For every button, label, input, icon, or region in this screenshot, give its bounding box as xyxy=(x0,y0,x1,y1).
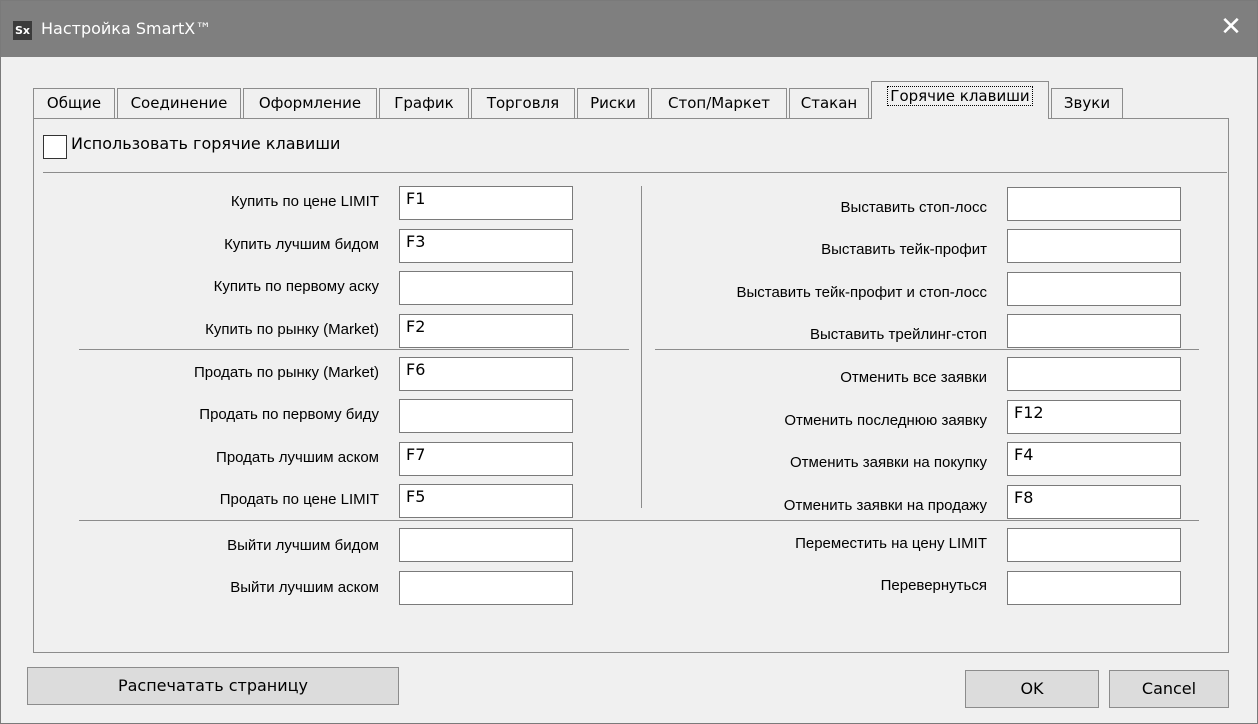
tab-label: Риски xyxy=(590,94,636,112)
hotkey-label-exit-best-bid: Выйти лучшим бидом xyxy=(227,537,379,554)
tab-label: Соединение xyxy=(130,94,228,112)
tab-label: Звуки xyxy=(1063,94,1111,112)
tab-chart[interactable]: График xyxy=(379,88,469,118)
hotkey-label-cancel-last: Отменить последнюю заявку xyxy=(784,412,987,429)
hotkey-label-sell-first-bid: Продать по первому биду xyxy=(199,406,379,423)
hotkey-label-buy-limit: Купить по цене LIMIT xyxy=(230,193,379,210)
hotkey-field-sell-best-ask[interactable]: F7 xyxy=(399,442,573,476)
hotkey-label-move-to-limit: Переместить на цену LIMIT xyxy=(795,535,987,552)
hotkey-label-exit-best-ask: Выйти лучшим аском xyxy=(230,579,379,596)
hotkey-field-exit-best-bid[interactable] xyxy=(399,528,573,562)
hotkey-label-cancel-buy: Отменить заявки на покупку xyxy=(790,454,987,471)
divider-right-middle xyxy=(655,349,1199,350)
tab-order-book[interactable]: Стакан xyxy=(789,88,869,118)
hotkey-field-sell-first-bid[interactable] xyxy=(399,399,573,433)
tab-label: Стакан xyxy=(800,94,858,112)
ok-button[interactable]: OK xyxy=(965,670,1099,708)
hotkey-label-cancel-sell: Отменить заявки на продажу xyxy=(783,497,987,514)
settings-window: Sx Настройка SmartX™ ✕ Общие Соединение … xyxy=(0,0,1258,724)
hotkey-label-set-tp-sl: Выставить тейк-профит и стоп-лосс xyxy=(736,284,987,301)
divider-top xyxy=(43,172,1227,173)
title-bar[interactable]: Sx Настройка SmartX™ ✕ xyxy=(1,1,1257,57)
window-title: Настройка SmartX™ xyxy=(41,19,212,38)
print-page-button[interactable]: Распечатать страницу xyxy=(27,667,399,705)
hotkey-label-buy-best-bid: Купить лучшим бидом xyxy=(224,236,379,253)
hotkey-field-set-tp-sl[interactable] xyxy=(1007,272,1181,306)
tab-stop-market[interactable]: Стоп/Маркет xyxy=(651,88,787,118)
hotkey-label-sell-best-ask: Продать лучшим аском xyxy=(216,449,379,466)
hotkey-field-sell-market[interactable]: F6 xyxy=(399,357,573,391)
divider-vertical xyxy=(641,186,642,508)
app-logo-icon: Sx xyxy=(13,21,32,40)
hotkey-field-cancel-all[interactable] xyxy=(1007,357,1181,391)
hotkey-field-buy-limit[interactable]: F1 xyxy=(399,186,573,220)
tab-sounds[interactable]: Звуки xyxy=(1051,88,1123,118)
tab-hotkeys[interactable]: Горячие клавиши xyxy=(871,81,1049,119)
divider-bottom xyxy=(79,520,1199,521)
hotkey-label-set-take-profit: Выставить тейк-профит xyxy=(821,241,987,258)
hotkey-field-buy-market[interactable]: F2 xyxy=(399,314,573,348)
hotkey-field-set-trailing-stop[interactable] xyxy=(1007,314,1181,348)
hotkey-field-cancel-sell[interactable]: F8 xyxy=(1007,485,1181,519)
tab-label: Общие xyxy=(46,94,102,112)
hotkey-field-set-take-profit[interactable] xyxy=(1007,229,1181,263)
hotkey-field-sell-limit[interactable]: F5 xyxy=(399,484,573,518)
hotkey-label-sell-limit: Продать по цене LIMIT xyxy=(219,491,379,508)
tab-appearance[interactable]: Оформление xyxy=(243,88,377,118)
tab-label: Стоп/Маркет xyxy=(668,94,770,112)
hotkey-field-cancel-last[interactable]: F12 xyxy=(1007,400,1181,434)
tab-label: Горячие клавиши xyxy=(887,86,1033,106)
use-hotkeys-label: Использовать горячие клавиши xyxy=(71,134,341,153)
hotkey-label-buy-first-ask: Купить по первому аску xyxy=(213,278,379,295)
hotkey-label-buy-market: Купить по рынку (Market) xyxy=(205,321,379,338)
tab-general[interactable]: Общие xyxy=(33,88,115,118)
hotkey-field-buy-best-bid[interactable]: F3 xyxy=(399,229,573,263)
hotkey-field-buy-first-ask[interactable] xyxy=(399,271,573,305)
hotkey-field-exit-best-ask[interactable] xyxy=(399,571,573,605)
tab-label: Торговля xyxy=(486,94,560,112)
tab-label: Оформление xyxy=(258,94,362,112)
tab-label: График xyxy=(394,94,454,112)
tab-connection[interactable]: Соединение xyxy=(117,88,241,118)
close-icon[interactable]: ✕ xyxy=(1217,13,1245,41)
use-hotkeys-checkbox[interactable] xyxy=(43,135,67,159)
tab-trading[interactable]: Торговля xyxy=(471,88,575,118)
hotkey-label-set-stop-loss: Выставить стоп-лосс xyxy=(840,199,987,216)
tab-risks[interactable]: Риски xyxy=(577,88,649,118)
hotkey-label-reverse: Перевернуться xyxy=(880,577,987,594)
hotkey-label-sell-market: Продать по рынку (Market) xyxy=(193,364,379,381)
hotkey-field-set-stop-loss[interactable] xyxy=(1007,187,1181,221)
divider-left-middle xyxy=(79,349,629,350)
cancel-button[interactable]: Cancel xyxy=(1109,670,1229,708)
hotkey-field-move-to-limit[interactable] xyxy=(1007,528,1181,562)
hotkey-label-set-trailing-stop: Выставить трейлинг-стоп xyxy=(809,326,987,343)
hotkey-label-cancel-all: Отменить все заявки xyxy=(840,369,987,386)
hotkey-field-cancel-buy[interactable]: F4 xyxy=(1007,442,1181,476)
hotkey-field-reverse[interactable] xyxy=(1007,571,1181,605)
